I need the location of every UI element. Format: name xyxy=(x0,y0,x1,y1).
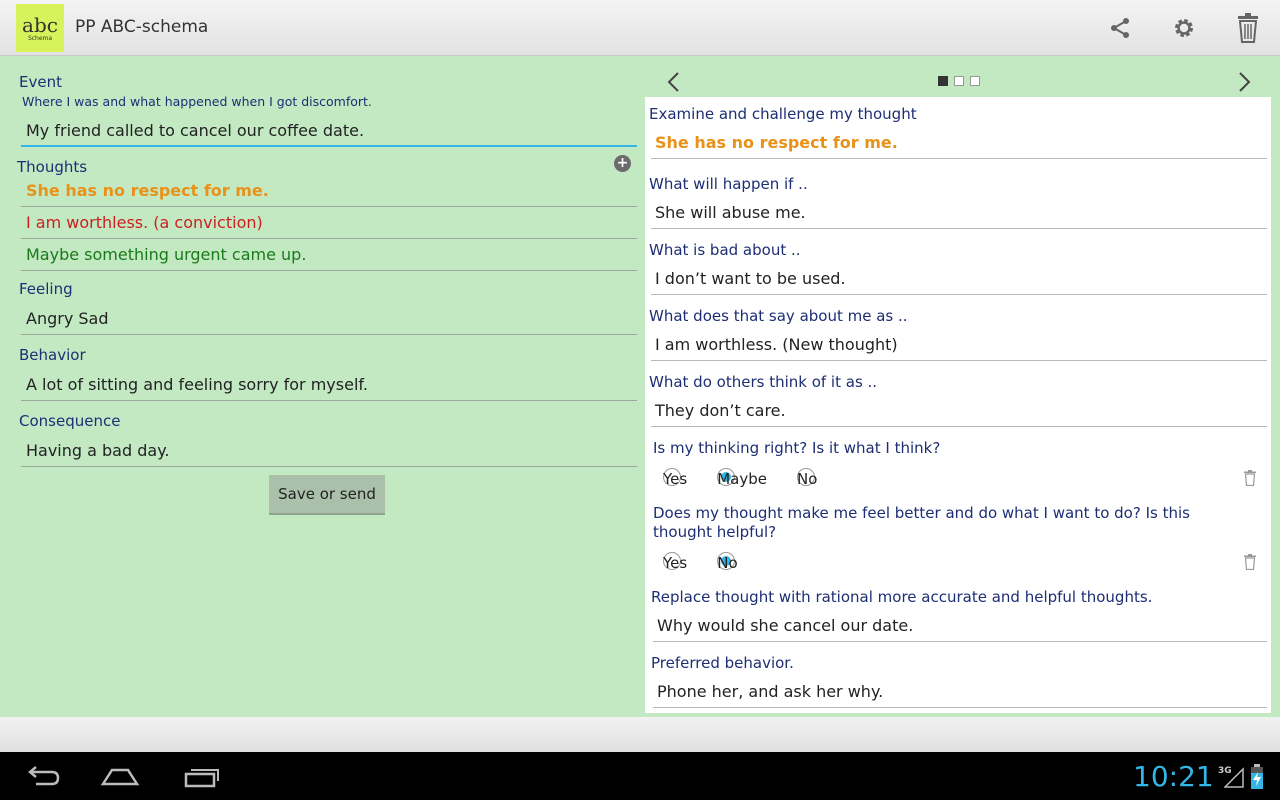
thought-input-3[interactable]: Maybe something urgent came up. xyxy=(21,241,637,271)
event-hint: Where I was and what happened when I got… xyxy=(22,94,372,109)
thoughts-label: Thoughts xyxy=(17,158,88,176)
question-replace-thought: Replace thought with rational more accur… xyxy=(651,588,1153,606)
radio-label: Yes xyxy=(663,554,688,572)
home-button[interactable] xyxy=(100,762,140,790)
logo-text: abc xyxy=(22,12,58,37)
recent-apps-button[interactable] xyxy=(182,762,222,790)
signal-icon xyxy=(1224,767,1244,788)
clear-answer-button[interactable] xyxy=(1243,554,1257,571)
trash-icon xyxy=(1244,470,1256,487)
examine-label: Examine and challenge my thought xyxy=(649,105,917,123)
radio-no[interactable]: No xyxy=(709,552,738,572)
back-button[interactable] xyxy=(22,762,62,790)
consequence-label: Consequence xyxy=(19,412,121,430)
home-icon xyxy=(100,768,140,786)
recent-apps-icon xyxy=(184,769,219,788)
thought-input-1[interactable]: She has no respect for me. xyxy=(21,177,637,207)
radio-label: No xyxy=(796,470,818,488)
plus-icon: + xyxy=(616,155,629,171)
clear-answer-button[interactable] xyxy=(1243,470,1257,487)
answer-about-me[interactable]: I am worthless. (New thought) xyxy=(651,331,1267,361)
behavior-label: Behavior xyxy=(19,346,86,364)
page-dot-2 xyxy=(954,76,964,86)
answer-others-think[interactable]: They don’t care. xyxy=(651,397,1267,427)
feeling-label: Feeling xyxy=(19,280,73,298)
save-or-send-button[interactable]: Save or send xyxy=(269,475,385,515)
event-label: Event xyxy=(19,73,62,91)
radio-maybe[interactable]: Maybe xyxy=(709,468,767,488)
radio-no[interactable]: No xyxy=(789,468,818,488)
share-button[interactable] xyxy=(1104,12,1136,44)
share-icon xyxy=(1111,18,1129,38)
question-others-think: What do others think of it as .. xyxy=(649,373,878,391)
settings-button[interactable] xyxy=(1168,12,1200,44)
delete-button[interactable] xyxy=(1232,12,1264,44)
radio-yes[interactable]: Yes xyxy=(655,468,688,488)
event-input[interactable]: My friend called to cancel our coffee da… xyxy=(21,117,637,147)
radio-yes[interactable]: Yes xyxy=(655,552,688,572)
feeling-input[interactable]: Angry Sad xyxy=(21,305,637,335)
gear-icon xyxy=(1175,19,1193,37)
radio-label: No xyxy=(717,554,738,572)
thought-input-2[interactable]: I am worthless. (a conviction) xyxy=(21,209,637,239)
question-what-will-happen: What will happen if .. xyxy=(649,175,808,193)
page-dot-1 xyxy=(938,76,948,86)
question-preferred-behavior: Preferred behavior. xyxy=(651,654,794,672)
action-bar: abc Schema PP ABC-schema xyxy=(0,0,1280,56)
thinking-right-radio-group: Yes Maybe No xyxy=(655,467,839,491)
page-dot-3 xyxy=(970,76,980,86)
question-what-is-bad: What is bad about .. xyxy=(649,241,801,259)
answer-replace-thought[interactable]: Why would she cancel our date. xyxy=(653,612,1267,642)
behavior-input[interactable]: A lot of sitting and feeling sorry for m… xyxy=(21,371,637,401)
question-thinking-right: Is my thinking right? Is it what I think… xyxy=(653,439,941,457)
answer-what-is-bad[interactable]: I don’t want to be used. xyxy=(651,265,1267,295)
radio-label: Yes xyxy=(663,470,688,488)
app-logo: abc Schema xyxy=(16,4,64,52)
add-thought-button[interactable]: + xyxy=(614,155,631,172)
status-clock: 10:21 xyxy=(1133,760,1214,793)
next-page-button[interactable] xyxy=(1234,70,1254,94)
examined-thought: She has no respect for me. xyxy=(651,129,1267,159)
challenge-panel: Examine and challenge my thought She has… xyxy=(645,97,1271,713)
system-navigation-bar xyxy=(0,752,1280,800)
app-title: PP ABC-schema xyxy=(75,17,209,37)
chevron-right-icon xyxy=(1239,72,1251,92)
trash-icon xyxy=(1244,554,1256,571)
answer-what-will-happen[interactable]: She will abuse me. xyxy=(651,199,1267,229)
chevron-left-icon xyxy=(667,72,679,92)
abc-form-panel: Event Where I was and what happened when… xyxy=(0,57,644,717)
previous-page-button[interactable] xyxy=(664,70,684,94)
page-indicator xyxy=(938,76,980,86)
consequence-input[interactable]: Having a bad day. xyxy=(21,437,637,467)
bottom-strip xyxy=(0,717,1280,752)
back-icon xyxy=(28,766,60,786)
radio-label: Maybe xyxy=(717,470,767,488)
question-about-me: What does that say about me as .. xyxy=(649,307,908,325)
question-thought-helpful: Does my thought make me feel better and … xyxy=(653,504,1190,541)
battery-charging-icon xyxy=(1251,764,1263,789)
thought-helpful-radio-group: Yes No xyxy=(655,551,760,575)
trash-icon xyxy=(1238,13,1258,43)
answer-preferred-behavior[interactable]: Phone her, and ask her why. xyxy=(653,678,1267,708)
logo-subtext: Schema xyxy=(27,34,53,42)
